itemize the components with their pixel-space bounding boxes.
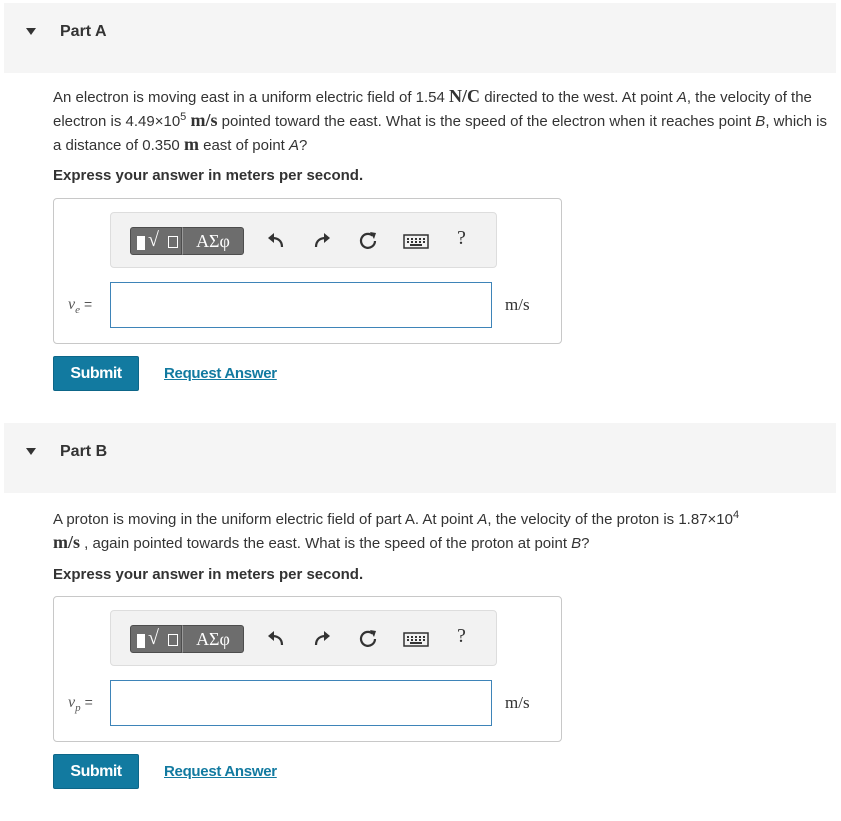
part-b-question: A proton is moving in the uniform electr… <box>53 509 740 553</box>
velocity-unit: m/s <box>190 110 218 130</box>
keyboard-icon[interactable] <box>403 628 429 650</box>
request-answer-link[interactable]: Request Answer <box>164 763 277 780</box>
distance-unit: m <box>183 134 199 154</box>
submit-button[interactable]: Submit <box>53 356 139 391</box>
unit-label: m/s <box>505 295 530 314</box>
templates-icon <box>137 236 145 250</box>
math-toolbar: √ ΑΣφ ? <box>110 212 497 268</box>
answer-input[interactable] <box>110 282 492 328</box>
help-icon[interactable]: ? <box>457 625 466 648</box>
math-toolbar: √ ΑΣφ ? <box>110 610 497 666</box>
unit-label: m/s <box>505 693 530 712</box>
part-b-answer-box: √ ΑΣφ ? vp = m/s <box>53 596 562 742</box>
submit-button[interactable]: Submit <box>53 754 139 789</box>
field-unit: N/C <box>449 86 481 106</box>
part-b-title: Part B <box>60 443 108 460</box>
answer-input[interactable] <box>110 680 492 726</box>
templates-button[interactable]: √ <box>130 227 182 255</box>
undo-icon[interactable] <box>265 628 287 650</box>
redo-icon[interactable] <box>311 230 333 252</box>
part-a-header[interactable]: Part A <box>4 3 836 73</box>
templates-button[interactable]: √ <box>130 625 182 653</box>
undo-icon[interactable] <box>265 230 287 252</box>
variable-label: vp = <box>68 694 93 715</box>
part-a-instruction: Express your answer in meters per second… <box>53 167 364 184</box>
templates-icon <box>137 634 145 648</box>
help-icon[interactable]: ? <box>457 227 466 250</box>
part-b-instruction: Express your answer in meters per second… <box>53 566 364 583</box>
reset-icon[interactable] <box>357 230 379 252</box>
part-a-title: Part A <box>60 23 107 40</box>
part-a-answer-box: √ ΑΣφ ? ve = m/s <box>53 198 562 344</box>
reset-icon[interactable] <box>357 628 379 650</box>
velocity-unit: m/s <box>53 532 80 552</box>
greek-letters-button[interactable]: ΑΣφ <box>182 227 244 255</box>
keyboard-icon[interactable] <box>403 230 429 252</box>
part-a-question: An electron is moving east in a uniform … <box>53 86 827 154</box>
request-answer-link[interactable]: Request Answer <box>164 365 277 382</box>
collapse-triangle-icon[interactable] <box>26 448 36 455</box>
collapse-triangle-icon[interactable] <box>26 28 36 35</box>
part-b-header[interactable]: Part B <box>4 423 836 493</box>
variable-label: ve = <box>68 296 93 317</box>
redo-icon[interactable] <box>311 628 333 650</box>
greek-letters-button[interactable]: ΑΣφ <box>182 625 244 653</box>
